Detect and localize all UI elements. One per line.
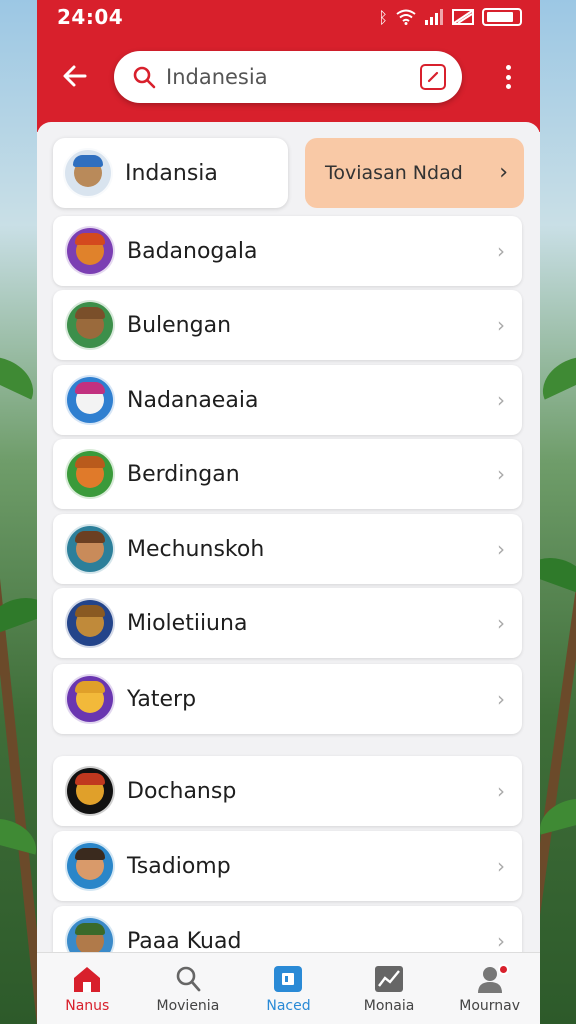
avatar <box>65 598 115 648</box>
top-row: Indansia Toviasan Ndad › <box>53 138 524 208</box>
featured-tag-label: Toviasan Ndad <box>325 162 463 184</box>
list-item[interactable]: Berdingan › <box>53 439 522 509</box>
search-icon <box>175 964 201 994</box>
nav-label-wallet: Naced <box>266 997 311 1014</box>
more-vertical-icon-dot <box>505 84 511 89</box>
country-avatar <box>63 148 113 198</box>
featured-tag-button[interactable]: Toviasan Ndad › <box>305 138 524 208</box>
main-content: Indansia Toviasan Ndad › Badanogala › Bule… <box>37 122 540 976</box>
list-item[interactable]: Nadanaeaia › <box>53 365 522 435</box>
list-item-label: Dochansp <box>127 778 237 804</box>
status-bar: 24:04 ᛒ <box>37 0 540 34</box>
list-item[interactable]: Tsadiomp › <box>53 831 522 901</box>
more-options-button[interactable] <box>496 62 520 92</box>
chevron-right-icon: › <box>497 611 505 635</box>
chevron-right-icon: › <box>497 239 505 263</box>
nav-label-chart: Monaia <box>363 997 415 1014</box>
avatar <box>65 674 115 724</box>
signal-icon <box>425 9 443 25</box>
status-time: 24:04 <box>57 5 124 29</box>
list-item-label: Paaa Kuad <box>127 928 242 954</box>
avatar <box>65 226 115 276</box>
chevron-right-icon: › <box>497 462 505 486</box>
avatar <box>65 449 115 499</box>
notification-badge <box>497 963 509 975</box>
wallet-icon <box>273 964 303 994</box>
list-item-label: Badanogala <box>127 238 258 264</box>
chevron-right-icon: › <box>497 313 505 337</box>
no-sim-icon <box>452 9 474 25</box>
nav-item-wallet[interactable]: Naced <box>238 953 339 1024</box>
background-right-scenery <box>536 0 576 1024</box>
avatar <box>65 524 115 574</box>
app-window: 24:04 ᛒ Indanesia Indansia Toviasan Ndad… <box>37 0 540 1024</box>
home-icon <box>72 964 102 994</box>
chevron-right-icon: › <box>497 929 505 953</box>
list-item-label: Berdingan <box>127 461 240 487</box>
country-card-label: Indansia <box>125 160 218 186</box>
chevron-right-icon: › <box>497 854 505 878</box>
status-icons: ᛒ <box>378 8 522 27</box>
arrow-left-icon <box>63 65 87 87</box>
profile-icon <box>475 963 509 994</box>
list-item-label: Yaterp <box>127 686 197 712</box>
nav-item-search[interactable]: Movienia <box>138 953 239 1024</box>
avatar <box>65 766 115 816</box>
nav-item-home[interactable]: Nanus <box>37 953 138 1024</box>
wifi-icon <box>396 9 416 25</box>
app-header: 24:04 ᛒ Indanesia <box>37 0 540 132</box>
avatar <box>65 841 115 891</box>
edit-icon[interactable] <box>420 64 446 90</box>
search-bar[interactable]: Indanesia <box>114 51 462 103</box>
more-vertical-icon-dot <box>505 74 511 80</box>
list-item-label: Tsadiomp <box>127 853 231 879</box>
nav-item-chart[interactable]: Monaia <box>339 953 440 1024</box>
list-item[interactable]: Dochansp › <box>53 756 522 826</box>
avatar <box>65 375 115 425</box>
bottom-navigation: Nanus Movienia Naced Monaia Mournav <box>37 952 540 1024</box>
nav-label-home: Nanus <box>65 997 110 1014</box>
country-card[interactable]: Indansia <box>53 138 288 208</box>
chart-icon <box>374 964 404 994</box>
list-item-label: Mioletiiuna <box>127 610 248 636</box>
chevron-right-icon: › <box>497 388 505 412</box>
search-icon <box>130 63 158 91</box>
nav-item-profile[interactable]: Mournav <box>439 953 540 1024</box>
list-item-label: Nadanaeaia <box>127 387 259 413</box>
battery-icon <box>482 8 522 26</box>
background-left-scenery <box>0 0 40 1024</box>
list-item[interactable]: Bulengan › <box>53 290 522 360</box>
list-item-label: Bulengan <box>127 312 232 338</box>
nav-label-search: Movienia <box>156 997 220 1014</box>
chevron-right-icon: › <box>499 160 508 185</box>
more-vertical-icon-dot <box>505 65 511 70</box>
chevron-right-icon: › <box>497 687 505 711</box>
avatar <box>65 300 115 350</box>
list-item[interactable]: Yaterp › <box>53 664 522 734</box>
list-item[interactable]: Mioletiiuna › <box>53 588 522 658</box>
chevron-right-icon: › <box>497 537 505 561</box>
list-item[interactable]: Badanogala › <box>53 216 522 286</box>
bluetooth-icon: ᛒ <box>378 7 388 27</box>
chevron-right-icon: › <box>497 779 505 803</box>
list-item-label: Mechunskoh <box>127 536 265 562</box>
back-button[interactable] <box>59 58 91 94</box>
nav-label-profile: Mournav <box>459 997 521 1014</box>
list-item[interactable]: Mechunskoh › <box>53 514 522 584</box>
search-input[interactable]: Indanesia <box>166 65 420 89</box>
